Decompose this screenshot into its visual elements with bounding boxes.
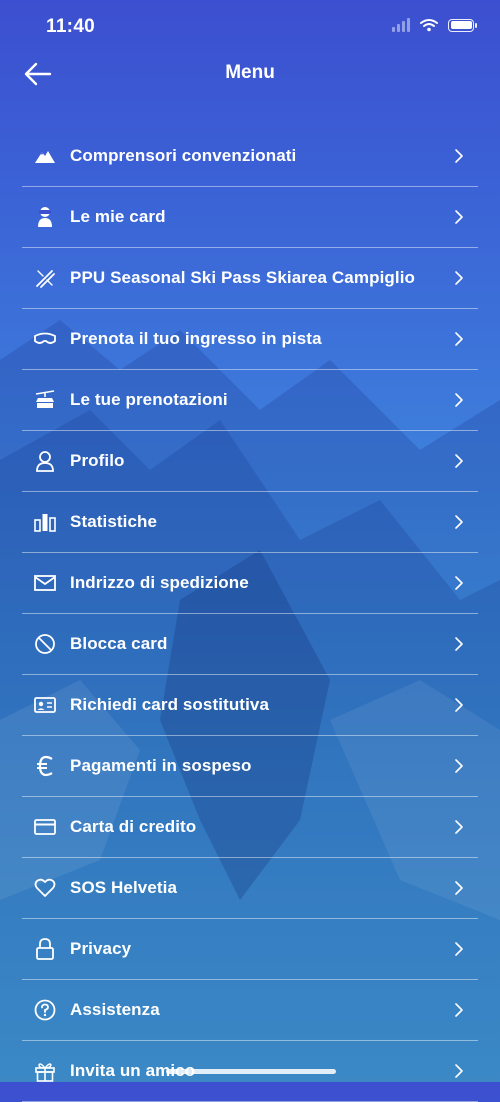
battery-icon: [448, 18, 477, 32]
block-icon: [33, 632, 57, 656]
navigation-bar: Menu: [0, 50, 500, 98]
chevron-right-icon: [455, 332, 463, 346]
menu-item-le-tue-prenotazioni[interactable]: Le tue prenotazioni: [22, 370, 478, 431]
wifi-icon: [420, 19, 438, 32]
menu-item-label: Comprensori convenzionati: [70, 146, 297, 165]
user-icon: [33, 449, 57, 473]
skier-icon: [33, 205, 57, 229]
chevron-right-icon: [455, 515, 463, 529]
menu-item-prenota-ingresso[interactable]: Prenota il tuo ingresso in pista: [22, 309, 478, 370]
skis-icon: [33, 266, 57, 290]
gift-icon: [33, 1059, 57, 1083]
menu-item-pagamenti-sospeso[interactable]: Pagamenti in sospeso: [22, 736, 478, 797]
credit-card-icon: [33, 815, 57, 839]
menu-item-label: Carta di credito: [70, 817, 197, 836]
status-time: 11:40: [46, 16, 96, 37]
menu-item-card-sostitutiva[interactable]: Richiedi card sostitutiva: [22, 675, 478, 736]
chevron-right-icon: [455, 1064, 463, 1078]
menu-item-carta-credito[interactable]: Carta di credito: [22, 797, 478, 858]
heart-icon: [33, 876, 57, 900]
signal-icon: [392, 18, 410, 32]
menu-item-label: Le tue prenotazioni: [70, 390, 228, 409]
menu-item-label: Le mie card: [70, 207, 166, 226]
id-card-icon: [33, 693, 57, 717]
bar-chart-icon: [33, 510, 57, 534]
chevron-right-icon: [455, 1003, 463, 1017]
chevron-right-icon: [455, 942, 463, 956]
menu-item-ppu-seasonal[interactable]: PPU Seasonal Ski Pass Skiarea Campiglio: [22, 248, 478, 309]
menu-item-label: Statistiche: [70, 512, 158, 531]
menu-item-le-mie-card[interactable]: Le mie card: [22, 187, 478, 248]
euro-icon: [33, 754, 57, 778]
chevron-right-icon: [455, 698, 463, 712]
chevron-right-icon: [455, 393, 463, 407]
status-icons: [392, 18, 477, 32]
chevron-right-icon: [455, 210, 463, 224]
menu-item-label: Indrizzo di spedizione: [70, 573, 249, 592]
menu-item-statistiche[interactable]: Statistiche: [22, 492, 478, 553]
menu-item-label: Prenota il tuo ingresso in pista: [70, 329, 322, 348]
chevron-right-icon: [455, 454, 463, 468]
menu-item-comprensori[interactable]: Comprensori convenzionati: [22, 126, 478, 187]
menu-item-label: Blocca card: [70, 634, 168, 653]
cable-car-icon: [33, 388, 57, 412]
chevron-right-icon: [455, 820, 463, 834]
goggles-icon: [33, 327, 57, 351]
menu-item-indirizzo-spedizione[interactable]: Indrizzo di spedizione: [22, 553, 478, 614]
menu-item-label: SOS Helvetia: [70, 878, 178, 897]
menu-item-label: Privacy: [70, 939, 132, 958]
menu-item-label: PPU Seasonal Ski Pass Skiarea Campiglio: [70, 268, 416, 287]
menu-item-label: Pagamenti in sospeso: [70, 756, 252, 775]
chevron-right-icon: [455, 271, 463, 285]
menu-item-sos-helvetia[interactable]: SOS Helvetia: [22, 858, 478, 919]
menu-item-label: Profilo: [70, 451, 125, 470]
menu-item-blocca-card[interactable]: Blocca card: [22, 614, 478, 675]
menu-item-privacy[interactable]: Privacy: [22, 919, 478, 980]
chevron-right-icon: [455, 759, 463, 773]
lock-icon: [33, 937, 57, 961]
envelope-icon: [33, 571, 57, 595]
home-indicator[interactable]: [166, 1069, 336, 1074]
menu-item-assistenza[interactable]: Assistenza: [22, 980, 478, 1041]
status-bar: 11:40: [0, 0, 500, 54]
menu-item-profilo[interactable]: Profilo: [22, 431, 478, 492]
page-title: Menu: [225, 62, 275, 83]
menu-item-label: Assistenza: [70, 1000, 160, 1019]
menu-list: Comprensori convenzionati Le mie card PP…: [22, 126, 478, 1102]
menu-item-label: Richiedi card sostitutiva: [70, 695, 269, 714]
mountain-icon: [33, 144, 57, 168]
chevron-right-icon: [455, 637, 463, 651]
chevron-right-icon: [455, 149, 463, 163]
chevron-right-icon: [455, 881, 463, 895]
chevron-right-icon: [455, 576, 463, 590]
help-icon: [33, 998, 57, 1022]
